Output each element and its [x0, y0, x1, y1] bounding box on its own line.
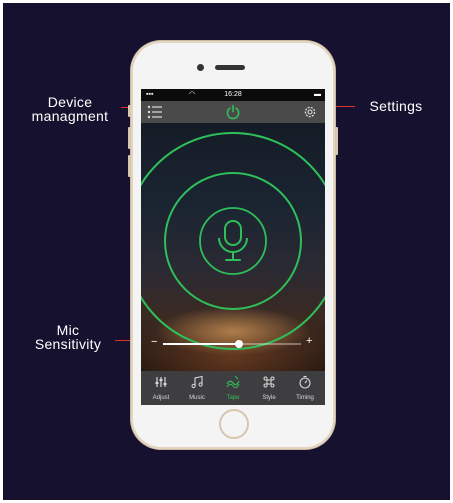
tab-timing[interactable]: Timing — [287, 371, 323, 405]
music-note-icon — [191, 375, 203, 389]
command-icon — [263, 376, 275, 388]
phone-screen: ▪▪▪ ◠ 16:28 ▬ − + Adjust Music Tape Styl… — [141, 89, 325, 405]
tab-label: Style — [262, 395, 276, 401]
slider-thumb[interactable] — [234, 340, 243, 348]
settings-callout: Settings — [369, 98, 423, 114]
tab-tape[interactable]: Tape — [215, 371, 251, 405]
slider-minus[interactable]: − — [151, 336, 157, 348]
inner-ring — [199, 207, 267, 275]
device-management-callout: Device managment — [22, 95, 118, 123]
earpiece-speaker — [215, 65, 245, 70]
status-bar: ▪▪▪ ◠ 16:28 ▬ — [141, 89, 325, 101]
mic-sensitivity-slider[interactable] — [163, 340, 301, 348]
middle-ring — [164, 172, 302, 310]
phone-frame: ▪▪▪ ◠ 16:28 ▬ − + Adjust Music Tape Styl… — [128, 41, 338, 449]
callout-mic-line1: Mic — [56, 322, 80, 338]
phone-volume-down-button — [128, 155, 131, 177]
outer-ring — [141, 132, 325, 350]
callout-device-line2: managment — [31, 108, 109, 124]
phone-volume-up-button — [128, 127, 131, 149]
tab-label: Timing — [296, 395, 314, 401]
phone-power-button — [335, 127, 338, 155]
battery-icon: ▬ — [314, 91, 321, 98]
tab-style[interactable]: Style — [251, 371, 287, 405]
background-canvas: Device managment Settings Mic Sensitivit… — [3, 3, 450, 500]
front-camera — [197, 64, 204, 71]
callout-device-line1: Device — [47, 94, 93, 110]
equalizer-icon — [155, 377, 167, 387]
app-top-bar — [141, 101, 325, 123]
timer-icon — [299, 375, 311, 389]
slider-fill — [163, 343, 239, 345]
microphone-icon[interactable] — [218, 220, 248, 261]
gear-icon[interactable] — [303, 105, 317, 119]
power-icon[interactable] — [225, 104, 241, 120]
status-time: 16:28 — [224, 91, 242, 98]
mic-visualizer — [141, 132, 325, 350]
callout-mic-line2: Sensitivity — [34, 336, 102, 352]
tab-label: Adjust — [152, 395, 170, 401]
device-list-icon[interactable] — [147, 105, 163, 119]
tab-label: Music — [189, 395, 205, 401]
tab-adjust[interactable]: Adjust — [143, 371, 179, 405]
tape-icon — [226, 375, 240, 389]
mic-sensitivity-callout: Mic Sensitivity — [15, 323, 121, 351]
home-button[interactable] — [219, 409, 249, 439]
slider-plus[interactable]: + — [306, 335, 312, 347]
bottom-tab-bar: Adjust Music Tape Style Timing — [141, 371, 325, 405]
tab-label: Tape — [226, 395, 240, 401]
phone-side-button — [128, 105, 131, 117]
tab-music[interactable]: Music — [179, 371, 215, 405]
